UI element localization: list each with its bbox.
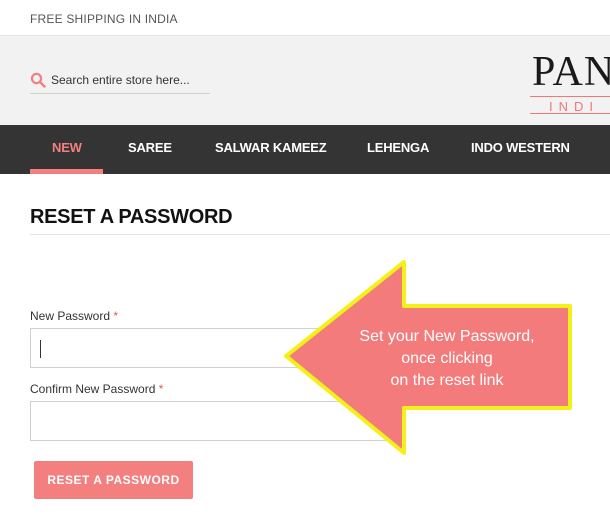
nav-item-salwar-kameez[interactable]: SALWAR KAMEEZ — [215, 140, 327, 155]
required-mark: * — [158, 382, 164, 396]
logo-rule — [530, 113, 610, 114]
logo-rule — [530, 96, 610, 97]
search-box[interactable]: Search entire store here... — [30, 70, 210, 94]
confirm-password-field[interactable] — [30, 401, 390, 441]
confirm-password-label-text: Confirm New Password — [30, 382, 156, 396]
nav-item-indo-western[interactable]: INDO WESTERN — [471, 140, 570, 155]
callout-line: once clicking — [401, 350, 493, 367]
page-title: RESET A PASSWORD — [30, 206, 233, 228]
title-divider — [30, 234, 610, 235]
callout-text: Set your New Password, once clicking on … — [338, 326, 556, 392]
new-password-label-text: New Password — [30, 309, 111, 323]
new-password-label: New Password * — [30, 309, 118, 323]
nav-item-saree[interactable]: SAREE — [128, 140, 172, 155]
site-header: Search entire store here... PAN INDI — [0, 36, 610, 125]
text-caret — [40, 340, 41, 358]
top-bar: FREE SHIPPING IN INDIA — [0, 0, 610, 35]
reset-password-button[interactable]: RESET A PASSWORD — [34, 461, 193, 499]
search-icon[interactable] — [30, 72, 46, 88]
nav-item-new[interactable]: NEW — [52, 140, 82, 155]
logo-subtext: INDI — [549, 99, 599, 114]
callout-line: Set your New Password, — [359, 328, 535, 345]
logo-subline: INDI — [530, 96, 610, 114]
nav-item-lehenga[interactable]: LEHENGA — [367, 140, 429, 155]
callout-line: on the reset link — [390, 372, 504, 389]
brand-logo[interactable]: PAN INDI — [530, 48, 610, 118]
confirm-password-label: Confirm New Password * — [30, 382, 163, 396]
nav-active-indicator — [30, 169, 103, 174]
required-mark: * — [113, 309, 119, 323]
main-nav: NEW SAREE SALWAR KAMEEZ LEHENGA INDO WES… — [0, 125, 610, 174]
logo-wordmark: PAN — [532, 49, 610, 95]
shipping-notice: FREE SHIPPING IN INDIA — [30, 12, 178, 26]
search-input[interactable]: Search entire store here... — [51, 73, 190, 87]
new-password-field[interactable] — [30, 328, 390, 368]
